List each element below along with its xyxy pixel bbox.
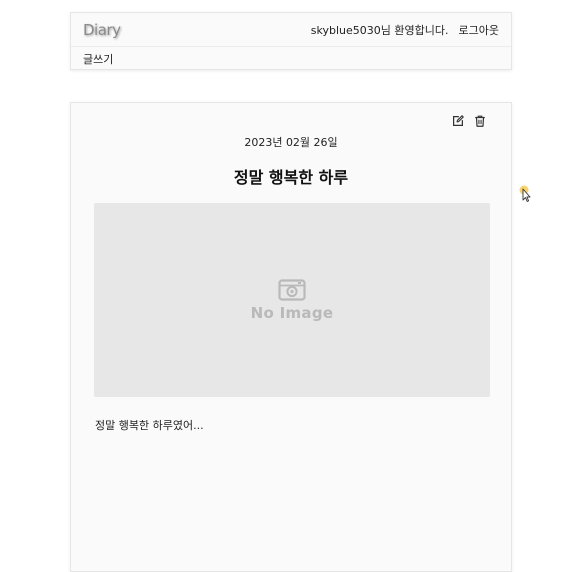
edit-icon[interactable] [451, 114, 465, 128]
camera-icon [278, 278, 306, 301]
app-header: Diary skyblue5030님 환영합니다. 로그아웃 글쓰기 [70, 12, 512, 70]
post-title: 정말 행복한 하루 [233, 168, 349, 187]
user-area: skyblue5030님 환영합니다. 로그아웃 [311, 22, 499, 38]
post-image-placeholder: No Image [94, 203, 490, 397]
diary-post-card: 2023년 02월 26일 정말 행복한 하루 No Image 정말 행복한 … [70, 102, 512, 572]
diary-logo[interactable]: Diary [83, 21, 121, 39]
logout-link[interactable]: 로그아웃 [459, 22, 499, 38]
post-body: 정말 행복한 하루였어... [95, 419, 204, 432]
header-nav: 글쓰기 [71, 47, 511, 71]
trash-icon[interactable] [473, 114, 487, 128]
welcome-message: skyblue5030님 환영합니다. [310, 23, 449, 37]
post-actions [451, 114, 487, 128]
write-link[interactable]: 글쓰기 [83, 51, 113, 67]
no-image-label: No Image [250, 303, 334, 322]
mouse-cursor-icon [519, 185, 531, 202]
header-top-bar: Diary skyblue5030님 환영합니다. 로그아웃 [71, 13, 511, 47]
post-date: 2023년 02월 26일 [244, 136, 338, 149]
